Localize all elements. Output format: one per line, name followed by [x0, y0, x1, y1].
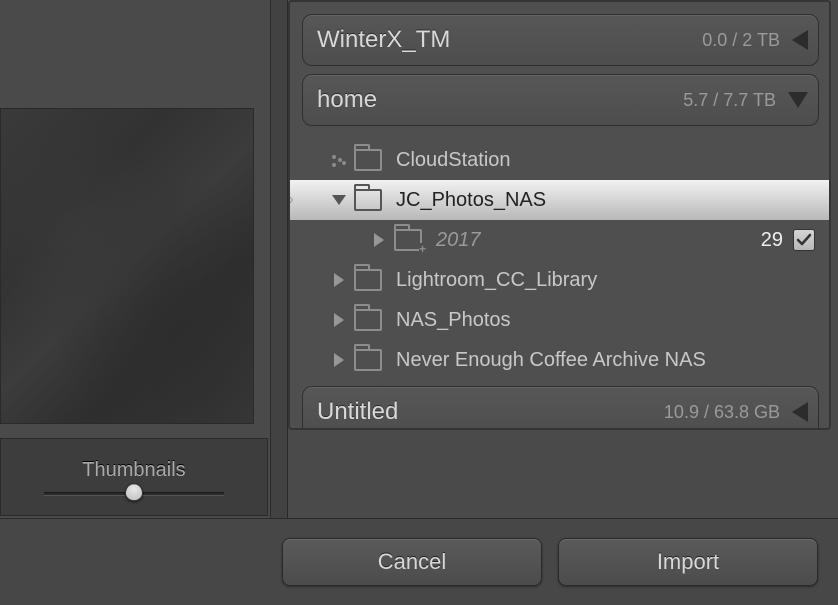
volume-name: WinterX_TM [317, 26, 702, 54]
disclosure-down-icon[interactable] [330, 195, 348, 205]
folder-label: CloudStation [396, 149, 819, 172]
folder-label: Lightroom_CC_Library [396, 269, 819, 292]
thumbnails-label: Thumbnails [82, 459, 185, 482]
photo-count: 29 [761, 229, 783, 252]
folder-icon [354, 149, 382, 171]
preview-thumbnail[interactable] [0, 108, 254, 424]
folder-cloudstation[interactable]: CloudStation [302, 140, 819, 180]
volume-capacity: 10.9 / 63.8 GB [664, 402, 780, 423]
disclosure-dots-icon[interactable] [330, 153, 348, 167]
folder-tree: CloudStation JC_Photos_NAS 2017 29 [302, 134, 819, 386]
slider-handle[interactable] [125, 483, 143, 501]
collapse-arrow-icon[interactable] [792, 402, 808, 422]
collapse-arrow-icon[interactable] [792, 30, 808, 50]
destination-panel: WinterX_TM 0.0 / 2 TB home 5.7 / 7.7 TB … [288, 0, 831, 518]
folder-icon [354, 349, 382, 371]
folder-jc-photos-nas[interactable]: JC_Photos_NAS [290, 180, 829, 220]
folder-lightroom-cc-library[interactable]: Lightroom_CC_Library [302, 260, 819, 300]
volume-capacity: 0.0 / 2 TB [702, 30, 780, 51]
disclosure-right-icon[interactable] [370, 233, 388, 247]
cancel-button[interactable]: Cancel [282, 538, 542, 586]
folder-icon [354, 309, 382, 331]
folder-nas-photos[interactable]: NAS_Photos [302, 300, 819, 340]
volume-name: home [317, 86, 683, 114]
volume-row-home[interactable]: home 5.7 / 7.7 TB [302, 74, 819, 126]
include-checkbox[interactable] [793, 229, 815, 251]
folder-label: NAS_Photos [396, 309, 819, 332]
volume-name: Untitled [317, 398, 664, 426]
folder-label: JC_Photos_NAS [396, 189, 829, 212]
import-button[interactable]: Import [558, 538, 818, 586]
disclosure-right-icon[interactable] [330, 273, 348, 287]
dialog-button-bar: Cancel Import [0, 518, 838, 605]
thumbnail-size-control: Thumbnails [0, 438, 268, 516]
disclosure-right-icon[interactable] [330, 353, 348, 367]
folder-icon [354, 269, 382, 291]
volume-capacity: 5.7 / 7.7 TB [683, 90, 776, 111]
folder-2017[interactable]: 2017 29 [302, 220, 819, 260]
folder-never-enough-coffee[interactable]: Never Enough Coffee Archive NAS [302, 340, 819, 380]
folder-icon [354, 189, 382, 211]
volume-row-untitled[interactable]: Untitled 10.9 / 63.8 GB [302, 386, 819, 430]
folder-label: 2017 [436, 229, 761, 252]
disclosure-right-icon[interactable] [330, 313, 348, 327]
panel-divider[interactable] [270, 0, 288, 518]
preview-panel: Thumbnails [0, 0, 270, 518]
thumbnail-size-slider[interactable] [44, 492, 224, 496]
destination-frame: WinterX_TM 0.0 / 2 TB home 5.7 / 7.7 TB … [288, 0, 831, 430]
volume-row-winterx[interactable]: WinterX_TM 0.0 / 2 TB [302, 14, 819, 66]
folder-label: Never Enough Coffee Archive NAS [396, 349, 819, 372]
new-folder-icon [394, 229, 422, 251]
expand-arrow-icon[interactable] [788, 92, 808, 108]
selection-pointer-icon [288, 180, 292, 220]
